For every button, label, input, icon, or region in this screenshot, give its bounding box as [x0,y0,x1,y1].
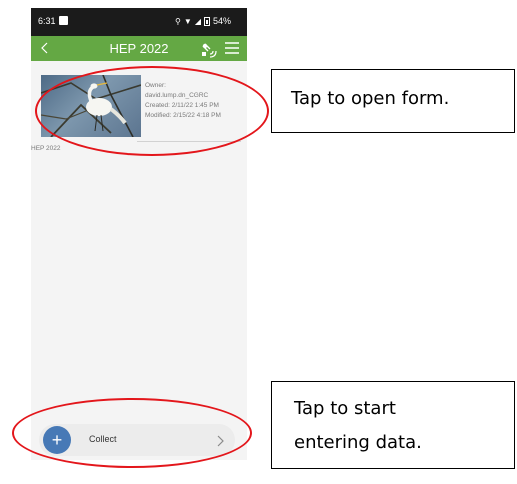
callout-open-form-text: Tap to open form. [291,88,450,109]
signal-icon: ◢ [194,16,201,26]
callout-start-line1: Tap to start [294,398,396,419]
chevron-left-icon[interactable] [35,38,55,58]
satellite-gps-icon[interactable] [199,40,217,58]
owner-value: david.lump.dn_CGRC [145,92,209,99]
location-icon: ⚲ [175,16,181,26]
form-list: Owner: david.lump.dn_CGRC Created: 2/11/… [31,61,247,431]
screenshot-canvas: 6:31 ⚲ ▼ ◢ 54% HEP 2022 Owner: david.lum… [0,0,517,484]
callout-start-entering: Tap to start entering data. [271,381,515,469]
status-bar: 6:31 ⚲ ▼ ◢ 54% [31,8,247,36]
form-card[interactable]: Owner: david.lump.dn_CGRC Created: 2/11/… [39,75,239,137]
form-name: HEP 2022 [31,145,61,152]
owner-label: Owner: [145,82,166,89]
modified-date: Modified: 2/15/22 4:18 PM [145,112,221,119]
callout-start-line2: entering data. [294,432,422,453]
form-metadata: Owner: david.lump.dn_CGRC Created: 2/11/… [145,81,221,121]
chevron-right-icon [215,434,225,447]
status-time: 6:31 [38,16,56,26]
battery-icon [203,16,210,26]
status-indicators: ⚲ ▼ ◢ 54% [175,16,231,26]
form-thumbnail [41,75,141,137]
created-date: Created: 2/11/22 1:45 PM [145,102,219,109]
hamburger-menu-icon[interactable] [225,42,239,54]
phone-screen: 6:31 ⚲ ▼ ◢ 54% HEP 2022 Owner: david.lum… [31,8,247,460]
callout-open-form: Tap to open form. [271,69,515,133]
page-title: HEP 2022 [109,41,169,56]
app-bar: HEP 2022 [31,36,247,61]
divider [137,141,241,142]
plus-icon[interactable]: + [43,426,71,454]
collect-label: Collect [89,434,117,444]
wifi-icon: ▼ [183,16,192,26]
notification-icon [59,16,68,25]
collect-button[interactable]: + Collect [39,424,235,456]
battery-percent: 54% [212,16,231,26]
